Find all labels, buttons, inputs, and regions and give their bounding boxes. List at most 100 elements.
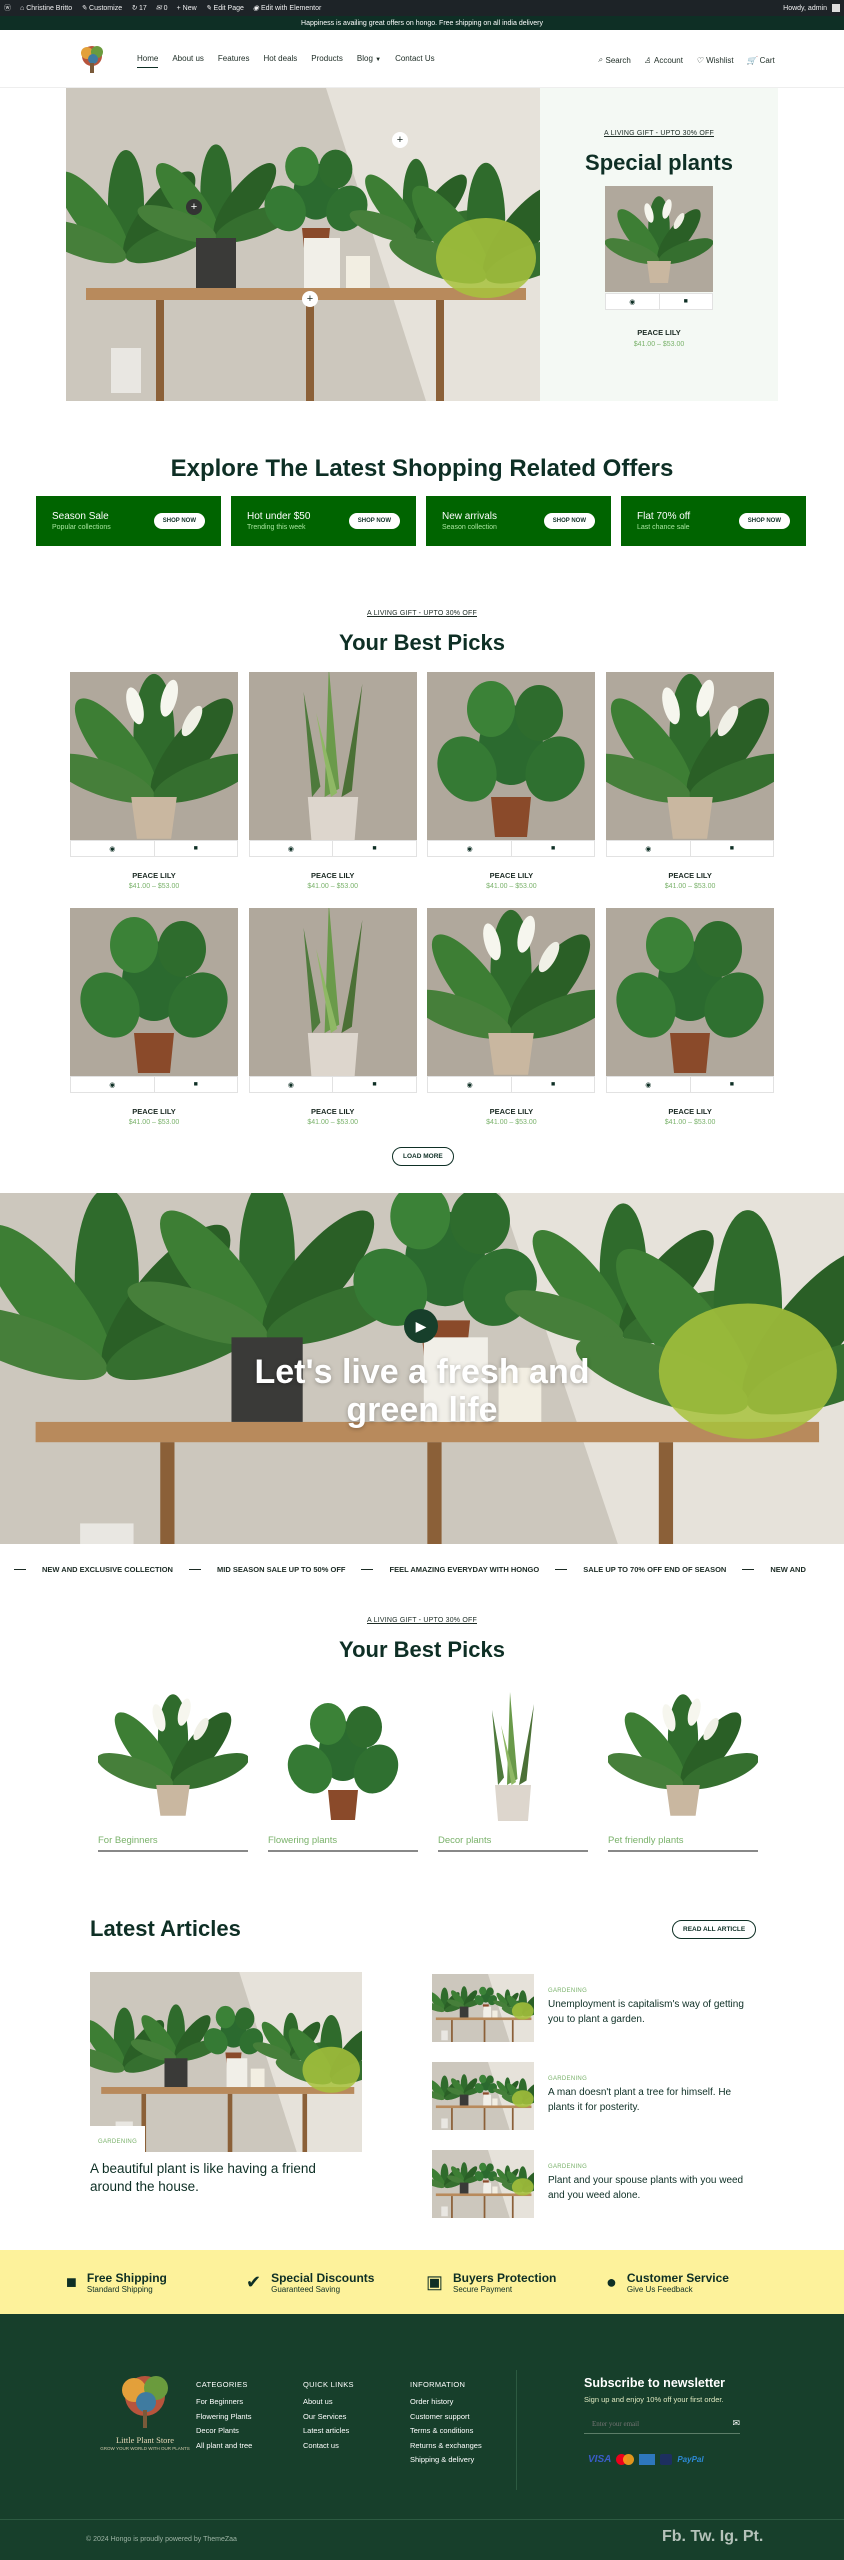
footer-link[interactable]: Customer support — [410, 2410, 482, 2425]
article-item[interactable]: GARDENING Plant and your spouse plants wi… — [432, 2150, 752, 2218]
product-name[interactable]: PEACE LILY — [70, 1107, 238, 1116]
offer-card[interactable]: Hot under $50 Trending this week SHOP NOW — [231, 496, 416, 546]
admin-user-link[interactable]: ⌂ Christine Britto — [20, 5, 72, 12]
add-to-cart-icon[interactable]: ■ — [658, 294, 713, 309]
product-image[interactable] — [606, 672, 775, 840]
menu-item-contact[interactable]: Contact Us — [395, 54, 435, 68]
play-icon[interactable]: ▶ — [404, 1309, 438, 1343]
footer-link[interactable]: Latest articles — [303, 2424, 354, 2439]
article-thumb[interactable] — [432, 2150, 534, 2218]
shop-now-button[interactable]: SHOP NOW — [153, 513, 205, 529]
article-thumb[interactable] — [432, 1974, 534, 2042]
admin-customize-link[interactable]: ✎ Customize — [81, 4, 122, 13]
footer-link[interactable]: Our Services — [303, 2410, 354, 2425]
category-card[interactable]: Pet friendly plants — [608, 1680, 758, 1852]
footer-link[interactable]: Decor Plants — [196, 2424, 252, 2439]
menu-item-blog[interactable]: Blog ▼ — [357, 54, 381, 68]
read-all-articles-button[interactable]: READ ALL ARTICLE — [672, 1920, 757, 1939]
quick-view-icon[interactable]: ◉ — [71, 841, 154, 856]
admin-edit-page-link[interactable]: ✎ Edit Page — [206, 4, 244, 13]
quick-view-icon[interactable]: ◉ — [606, 294, 659, 309]
article-item[interactable]: GARDENING Unemployment is capitalism's wa… — [432, 1974, 752, 2042]
shop-now-button[interactable]: SHOP NOW — [348, 513, 400, 529]
search-link[interactable]: ⌕ Search — [598, 55, 631, 65]
newsletter-email-input[interactable] — [584, 2419, 704, 2428]
add-to-cart-icon[interactable]: ■ — [332, 841, 416, 856]
add-to-cart-icon[interactable]: ■ — [689, 1077, 774, 1092]
wishlist-link[interactable]: ♡ Wishlist — [696, 55, 734, 65]
article-title[interactable]: A beautiful plant is like having a frien… — [90, 2160, 350, 2196]
product-card[interactable]: ◉ ■ PEACE LILY $41.00 – $53.00 — [248, 908, 417, 1126]
category-card[interactable]: For Beginners — [98, 1680, 248, 1852]
product-image[interactable] — [606, 908, 775, 1076]
product-image[interactable] — [248, 908, 417, 1076]
cart-link[interactable]: 🛒 Cart — [747, 55, 775, 65]
admin-comments-link[interactable]: ✉ 0 — [156, 4, 168, 13]
footer-link[interactable]: Shipping & delivery — [410, 2453, 482, 2468]
hotspot-plus-icon[interactable]: + — [392, 132, 408, 148]
product-image[interactable] — [605, 186, 713, 292]
product-card[interactable]: ◉ ■ PEACE LILY $41.00 – $53.00 — [606, 672, 775, 890]
product-card[interactable]: ◉ ■ PEACE LILY $41.00 – $53.00 — [427, 908, 596, 1126]
menu-item-products[interactable]: Products — [311, 54, 343, 68]
footer-link[interactable]: Contact us — [303, 2439, 354, 2454]
product-name[interactable]: PEACE LILY — [249, 871, 417, 880]
admin-elementor-link[interactable]: ◉ Edit with Elementor — [253, 4, 321, 13]
footer-link[interactable]: For Beginners — [196, 2395, 252, 2410]
add-to-cart-icon[interactable]: ■ — [153, 1077, 238, 1092]
hotspot-plus-icon[interactable]: + — [302, 291, 318, 307]
quick-view-icon[interactable]: ◉ — [71, 1077, 154, 1092]
admin-new-link[interactable]: + New — [177, 5, 197, 12]
product-card[interactable]: ◉ ■ PEACE LILY $41.00 – $53.00 — [70, 672, 238, 890]
add-to-cart-icon[interactable]: ■ — [510, 1077, 595, 1092]
product-name[interactable]: PEACE LILY — [606, 1107, 774, 1116]
hotspot-plus-icon[interactable]: + — [186, 199, 202, 215]
offer-card[interactable]: Flat 70% off Last chance sale SHOP NOW — [621, 496, 806, 546]
send-icon[interactable]: ✉ — [732, 2418, 740, 2429]
quick-view-icon[interactable]: ◉ — [250, 841, 333, 856]
product-card[interactable]: ◉ ■ PEACE LILY $41.00 – $53.00 — [248, 672, 417, 890]
category-card[interactable]: Decor plants — [438, 1680, 588, 1852]
menu-item-features[interactable]: Features — [218, 54, 250, 68]
article-image[interactable]: GARDENING — [90, 1972, 362, 2152]
footer-link[interactable]: Terms & conditions — [410, 2424, 482, 2439]
article-item[interactable]: GARDENING A man doesn't plant a tree for … — [432, 2062, 752, 2130]
menu-item-about[interactable]: About us — [172, 54, 204, 68]
footer-link[interactable]: Returns & exchanges — [410, 2439, 482, 2454]
product-card[interactable]: ◉ ■ PEACE LILY $41.00 – $53.00 — [70, 908, 238, 1126]
admin-howdy[interactable]: Howdy, admin — [783, 4, 840, 12]
add-to-cart-icon[interactable]: ■ — [510, 841, 595, 856]
site-logo[interactable] — [76, 43, 108, 77]
product-name[interactable]: PEACE LILY — [540, 328, 778, 337]
footer-logo[interactable] — [108, 2370, 182, 2430]
product-name[interactable]: PEACE LILY — [606, 871, 774, 880]
product-image[interactable] — [427, 672, 596, 840]
product-image[interactable] — [427, 908, 596, 1076]
article-thumb[interactable] — [432, 2062, 534, 2130]
quick-view-icon[interactable]: ◉ — [428, 1077, 511, 1092]
product-name[interactable]: PEACE LILY — [427, 1107, 595, 1116]
product-name[interactable]: PEACE LILY — [427, 871, 595, 880]
menu-item-home[interactable]: Home — [137, 54, 159, 68]
quick-view-icon[interactable]: ◉ — [250, 1077, 333, 1092]
product-name[interactable]: PEACE LILY — [70, 871, 238, 880]
category-card[interactable]: Flowering plants — [268, 1680, 418, 1852]
social-links[interactable]: Fb. Tw. Ig. Pt. — [662, 2528, 763, 2546]
footer-link[interactable]: About us — [303, 2395, 354, 2410]
shop-now-button[interactable]: SHOP NOW — [738, 513, 790, 529]
menu-item-hot-deals[interactable]: Hot deals — [264, 54, 298, 68]
add-to-cart-icon[interactable]: ■ — [332, 1077, 416, 1092]
footer-link[interactable]: Flowering Plants — [196, 2410, 252, 2425]
wordpress-icon[interactable]: ⓦ — [4, 3, 11, 13]
offer-card[interactable]: Season Sale Popular collections SHOP NOW — [36, 496, 221, 546]
quick-view-icon[interactable]: ◉ — [607, 1077, 690, 1092]
add-to-cart-icon[interactable]: ■ — [689, 841, 774, 856]
quick-view-icon[interactable]: ◉ — [607, 841, 690, 856]
offer-card[interactable]: New arrivals Season collection SHOP NOW — [426, 496, 611, 546]
load-more-button[interactable]: LOAD MORE — [392, 1147, 454, 1166]
product-card[interactable]: ◉ ■ PEACE LILY $41.00 – $53.00 — [427, 672, 596, 890]
account-link[interactable]: ♙ Account — [644, 55, 683, 65]
footer-link[interactable]: All plant and tree — [196, 2439, 252, 2454]
product-card[interactable]: ◉ ■ PEACE LILY $41.00 – $53.00 — [606, 908, 775, 1126]
footer-link[interactable]: Order history — [410, 2395, 482, 2410]
